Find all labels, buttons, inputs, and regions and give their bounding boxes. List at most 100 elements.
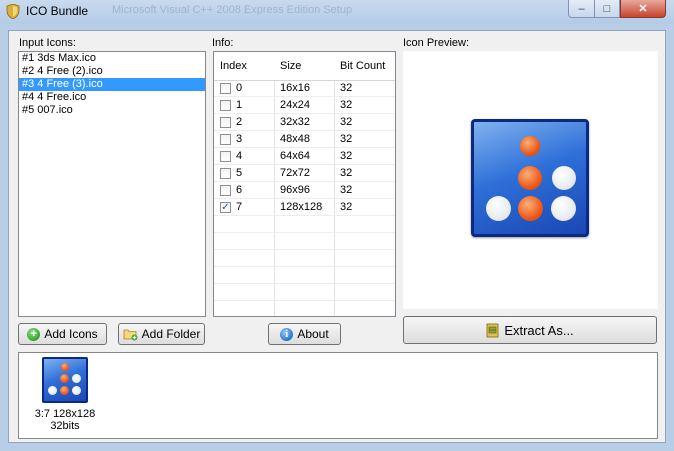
white-dot: [551, 196, 576, 221]
orange-dot: [60, 374, 69, 383]
row-checkbox[interactable]: [220, 134, 231, 145]
row-checkbox[interactable]: [220, 117, 231, 128]
list-item[interactable]: #4 4 Free.ico: [19, 91, 205, 104]
bundle-item-size: 3:7 128x128: [34, 408, 96, 420]
minimize-button[interactable]: –: [568, 0, 595, 18]
input-icons-label: Input Icons:: [19, 37, 76, 49]
row-checkbox[interactable]: [220, 100, 231, 111]
orange-dot: [520, 136, 540, 156]
white-dot: [552, 166, 576, 190]
cell-index: 2: [236, 116, 243, 128]
orange-dot: [518, 166, 542, 190]
close-icon: ✕: [638, 3, 648, 15]
cell-index: 7: [236, 201, 243, 213]
about-button[interactable]: i About: [268, 323, 341, 345]
cell-bit-count: 32: [340, 201, 353, 213]
cell-index: 3: [236, 133, 243, 145]
cell-index: 1: [236, 99, 243, 111]
empty-row: [214, 216, 395, 233]
minimize-icon: –: [578, 2, 585, 15]
list-item[interactable]: #5 007.ico: [19, 104, 205, 117]
row-checkbox[interactable]: [220, 185, 231, 196]
cell-size: 24x24: [280, 99, 310, 111]
add-icon: +: [27, 327, 41, 341]
title-bar[interactable]: ICO Bundle Microsoft Visual C++ 2008 Exp…: [0, 0, 674, 24]
maximize-button[interactable]: □: [594, 0, 620, 18]
list-item[interactable]: #3 4 Free (3).ico: [19, 78, 205, 91]
add-icons-button[interactable]: + Add Icons: [18, 323, 107, 345]
white-dot: [72, 374, 81, 383]
row-checkbox[interactable]: [220, 151, 231, 162]
column-header-size[interactable]: Size: [280, 60, 301, 72]
cell-size: 128x128: [280, 201, 323, 213]
empty-row: [214, 267, 395, 284]
input-icons-list[interactable]: #1 3ds Max.ico #2 4 Free (2).ico #3 4 Fr…: [18, 51, 206, 317]
row-checkbox[interactable]: ✓: [220, 202, 231, 213]
empty-row: [214, 284, 395, 301]
preview-icon-image: [471, 119, 589, 237]
table-row[interactable]: 2 32x32 32: [214, 114, 395, 131]
orange-dot: [518, 196, 543, 221]
table-row[interactable]: 6 96x96 32: [214, 182, 395, 199]
column-header-bit-count[interactable]: Bit Count: [340, 60, 385, 72]
info-label: Info:: [212, 37, 234, 49]
cell-bit-count: 32: [340, 150, 353, 162]
cell-bit-count: 32: [340, 99, 353, 111]
cell-size: 96x96: [280, 184, 310, 196]
window-title: ICO Bundle: [26, 4, 89, 18]
empty-row: [214, 301, 395, 316]
icon-preview-label: Icon Preview:: [403, 37, 470, 49]
row-checkbox[interactable]: [220, 83, 231, 94]
bundle-item[interactable]: 3:7 128x128 32bits: [19, 353, 111, 437]
cell-index: 5: [236, 167, 243, 179]
cell-bit-count: 32: [340, 82, 353, 94]
background-window-title: Microsoft Visual C++ 2008 Express Editio…: [112, 4, 353, 16]
maximize-icon: □: [603, 2, 611, 15]
empty-row: [214, 250, 395, 267]
cell-index: 6: [236, 184, 243, 196]
bundle-panel[interactable]: 3:7 128x128 32bits: [18, 352, 658, 439]
cell-bit-count: 32: [340, 167, 353, 179]
cell-size: 72x72: [280, 167, 310, 179]
close-button[interactable]: ✕: [620, 0, 666, 18]
grid-header: Index Size Bit Count: [214, 52, 395, 81]
add-folder-label: Add Folder: [141, 327, 201, 341]
about-label: About: [297, 327, 329, 341]
cell-bit-count: 32: [340, 116, 353, 128]
bundle-item-bits: 32bits: [50, 420, 80, 432]
orange-dot: [60, 386, 69, 395]
cell-size: 64x64: [280, 150, 310, 162]
app-shield-icon: [6, 4, 20, 19]
empty-row: [214, 233, 395, 250]
list-item[interactable]: #1 3ds Max.ico: [19, 52, 205, 65]
row-checkbox[interactable]: [220, 168, 231, 179]
cell-bit-count: 32: [340, 184, 353, 196]
add-folder-icon: [123, 329, 138, 340]
table-row[interactable]: 4 64x64 32: [214, 148, 395, 165]
column-header-index[interactable]: Index: [220, 60, 247, 72]
cell-index: 0: [236, 82, 243, 94]
extract-as-button[interactable]: Extract As...: [403, 316, 657, 344]
bundle-icon-thumbnail: [42, 357, 88, 403]
table-row[interactable]: 0 16x16 32: [214, 80, 395, 97]
add-icons-label: Add Icons: [44, 327, 98, 341]
info-grid[interactable]: Index Size Bit Count 0 16x16 32 1 24x24 32 2 32…: [213, 51, 396, 317]
table-row[interactable]: 5 72x72 32: [214, 165, 395, 182]
white-dot: [48, 386, 57, 395]
cell-size: 32x32: [280, 116, 310, 128]
bundle-item-caption: 3:7 128x128 32bits: [19, 408, 111, 432]
add-folder-button[interactable]: Add Folder: [118, 323, 205, 345]
orange-dot: [61, 363, 69, 371]
table-row[interactable]: 3 48x48 32: [214, 131, 395, 148]
table-row[interactable]: ✓ 7 128x128 32: [214, 199, 395, 216]
white-dot: [72, 386, 81, 395]
main-panel: Input Icons: Info: Icon Preview: #1 3ds …: [8, 30, 666, 443]
cell-size: 16x16: [280, 82, 310, 94]
table-row[interactable]: 1 24x24 32: [214, 97, 395, 114]
extract-archive-icon: [486, 323, 499, 337]
info-icon: i: [280, 327, 294, 341]
white-dot: [486, 196, 511, 221]
cell-index: 4: [236, 150, 243, 162]
list-item[interactable]: #2 4 Free (2).ico: [19, 65, 205, 78]
cell-bit-count: 32: [340, 133, 353, 145]
